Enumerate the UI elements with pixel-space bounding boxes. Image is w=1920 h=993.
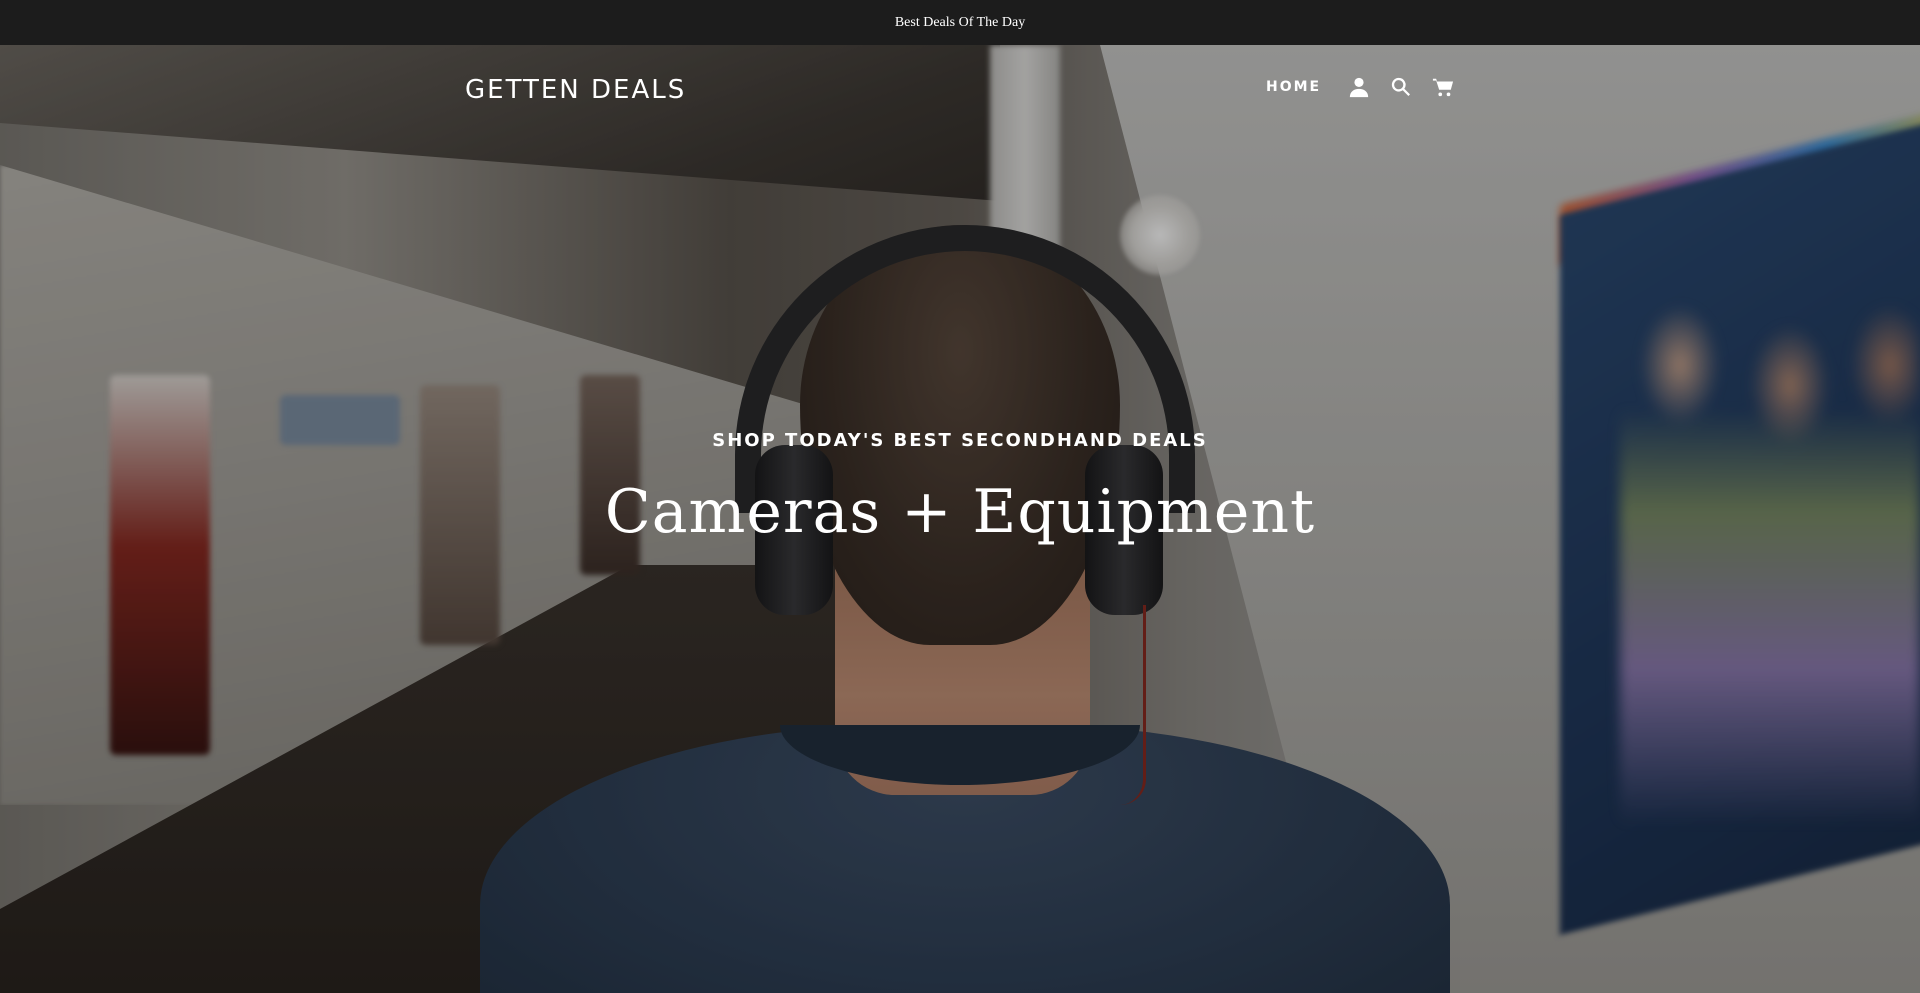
hero-text: SHOP TODAY'S BEST SECONDHAND DEALS Camer… [0,430,1920,547]
main-nav: HOME [1266,75,1455,99]
cart-icon[interactable] [1431,75,1455,99]
announcement-bar: Best Deals Of The Day [0,0,1920,45]
hero-subtitle: SHOP TODAY'S BEST SECONDHAND DEALS [712,430,1208,451]
site-logo[interactable]: GETTEN DEALS [465,75,686,105]
search-icon[interactable] [1389,75,1413,99]
account-icon[interactable] [1347,75,1371,99]
site-header: GETTEN DEALS HOME [0,45,1920,135]
hero-title: Cameras + Equipment [604,477,1316,547]
announcement-text: Best Deals Of The Day [894,14,1026,30]
nav-home-link[interactable]: HOME [1266,79,1321,95]
